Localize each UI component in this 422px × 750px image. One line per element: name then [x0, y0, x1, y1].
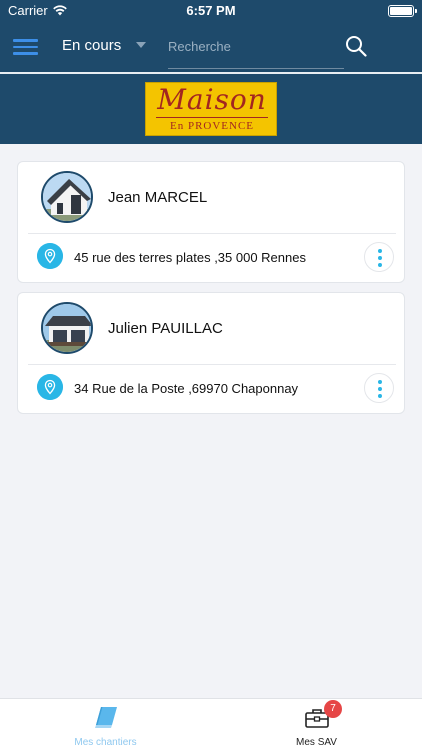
notification-badge: 7: [324, 700, 342, 718]
tab-bar: Mes chantiers 7 Mes SAV: [0, 698, 422, 750]
card-divider: [28, 233, 396, 234]
house-photo-avatar: [41, 302, 93, 354]
brand-banner: Maison En PROVENCE: [0, 74, 422, 144]
tab-label: Mes SAV: [296, 737, 337, 748]
tab-mes-sav[interactable]: 7 Mes SAV: [211, 699, 422, 750]
caret-down-icon[interactable]: [136, 42, 146, 48]
search-input[interactable]: [168, 32, 344, 69]
more-options-icon[interactable]: [364, 242, 394, 272]
hamburger-menu-icon[interactable]: [13, 39, 38, 55]
brand-logo: Maison En PROVENCE: [145, 82, 277, 136]
project-card[interactable]: Jean MARCEL 45 rue des terres plates ,35…: [17, 161, 405, 283]
tab-mes-chantiers[interactable]: Mes chantiers: [0, 699, 211, 750]
logo-wordmark: Maison: [157, 83, 267, 116]
more-options-icon[interactable]: [364, 373, 394, 403]
card-divider: [28, 364, 396, 365]
project-card[interactable]: Julien PAUILLAC 34 Rue de la Poste ,6997…: [17, 292, 405, 414]
project-address: 45 rue des terres plates ,35 000 Rennes: [74, 250, 306, 265]
project-address: 34 Rue de la Poste ,69970 Chaponnay: [74, 381, 299, 396]
location-pin-icon: [37, 243, 63, 269]
status-bar: Carrier 6:57 PM: [0, 0, 422, 22]
top-bar: En cours: [0, 22, 422, 72]
status-filter-dropdown[interactable]: En cours: [62, 37, 121, 54]
search-icon[interactable]: [345, 35, 367, 57]
client-name: Julien PAUILLAC: [108, 320, 223, 337]
clock: 6:57 PM: [186, 3, 236, 18]
tab-label: Mes chantiers: [74, 737, 137, 748]
location-pin-icon: [37, 374, 63, 400]
client-name: Jean MARCEL: [108, 189, 208, 206]
book-icon: [95, 707, 117, 728]
logo-subtitle: En PROVENCE: [169, 120, 255, 132]
house-photo-avatar: [41, 171, 93, 223]
battery-icon: [388, 5, 417, 17]
